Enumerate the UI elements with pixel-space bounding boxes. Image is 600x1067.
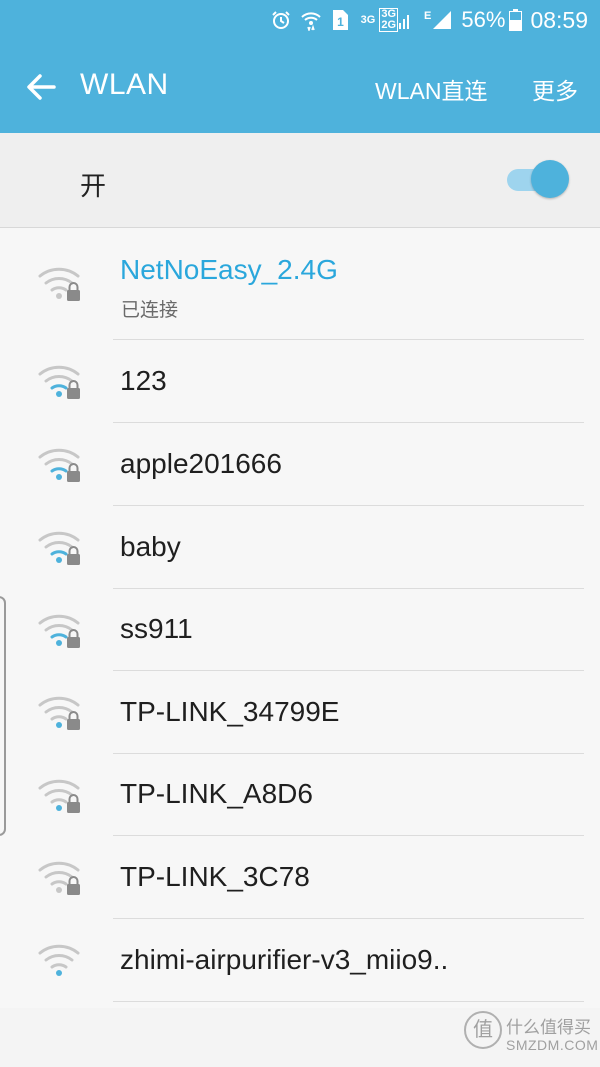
wifi-secured-icon	[38, 448, 80, 482]
network-ssid: TP-LINK_34799E	[120, 696, 340, 727]
network-ssid: TP-LINK_3C78	[120, 861, 310, 892]
more-menu-button[interactable]: 更多	[532, 72, 578, 106]
network-ssid: 123	[120, 365, 167, 396]
sim-1-icon: 1	[331, 9, 349, 31]
svg-text:1: 1	[337, 15, 344, 29]
network-ssid: apple201666	[120, 448, 282, 479]
watermark-line2: SMZDM.COM	[506, 1037, 599, 1053]
network-item-tplink-3c78[interactable]: TP-LINK_3C78	[0, 836, 600, 919]
wifi-secured-icon	[38, 861, 80, 895]
back-arrow-icon[interactable]	[22, 68, 60, 106]
edge-signal-icon: E	[424, 9, 453, 31]
page-title: WLAN	[80, 68, 169, 101]
watermark-line1: 什么值得买	[506, 1018, 591, 1037]
app-bar: WLAN WLAN直连 更多	[0, 40, 600, 133]
status-bar: 1 3G 3G 2G E 56% 08:59	[0, 0, 600, 40]
network-item-zhimi-airpurifier[interactable]: zhimi-airpurifier-v3_miio9..	[0, 919, 600, 1002]
network-item-baby[interactable]: baby	[0, 506, 600, 589]
site-watermark: 值 什么值得买 SMZDM.COM	[464, 1009, 598, 1061]
wlan-direct-button[interactable]: WLAN直连	[375, 72, 487, 106]
network-list: NetNoEasy_2.4G 已连接 123 apple201666 baby …	[0, 228, 600, 1008]
wifi-secured-icon	[38, 531, 80, 565]
wifi-open-icon	[38, 944, 80, 976]
network-ssid: TP-LINK_A8D6	[120, 778, 313, 809]
network-item-netnoeasy[interactable]: NetNoEasy_2.4G 已连接	[0, 228, 600, 340]
wifi-secured-icon	[38, 614, 80, 648]
network-ssid: ss911	[120, 613, 193, 644]
network-status: 已连接	[121, 300, 179, 321]
network-3g-icon: 3G	[360, 13, 376, 26]
edge-panel-handle[interactable]	[0, 596, 6, 836]
wlan-settings-screen: 1 3G 3G 2G E 56% 08:59 WLAN WLAN直连 更多 开 …	[0, 0, 600, 1067]
wlan-master-switch-row[interactable]: 开	[0, 133, 600, 228]
battery-icon	[509, 9, 523, 31]
wifi-secured-icon	[38, 267, 80, 301]
network-item-123[interactable]: 123	[0, 340, 600, 423]
watermark-logo: 值	[464, 1011, 502, 1049]
wlan-switch-label: 开	[80, 171, 107, 201]
status-time: 08:59	[530, 6, 588, 33]
network-item-ss911[interactable]: ss911	[0, 589, 600, 671]
network-ssid: zhimi-airpurifier-v3_miio9..	[120, 944, 449, 975]
battery-percent: 56%	[461, 7, 506, 32]
network-item-apple201666[interactable]: apple201666	[0, 423, 600, 506]
wifi-secured-icon	[38, 779, 80, 813]
wifi-secured-icon	[38, 365, 80, 399]
toggle-knob	[531, 160, 569, 198]
wlan-toggle[interactable]	[505, 157, 569, 201]
alarm-icon	[271, 10, 291, 30]
network-ssid: NetNoEasy_2.4G	[120, 254, 338, 285]
network-item-tplink-a8d6[interactable]: TP-LINK_A8D6	[0, 754, 600, 836]
network-ssid: baby	[120, 531, 181, 562]
divider	[113, 1001, 584, 1002]
dual-signal-3g-2g-icon: 3G 2G	[379, 8, 412, 32]
network-item-tplink-34799e[interactable]: TP-LINK_34799E	[0, 671, 600, 754]
wifi-data-icon	[300, 9, 321, 31]
wifi-secured-icon	[38, 696, 80, 730]
